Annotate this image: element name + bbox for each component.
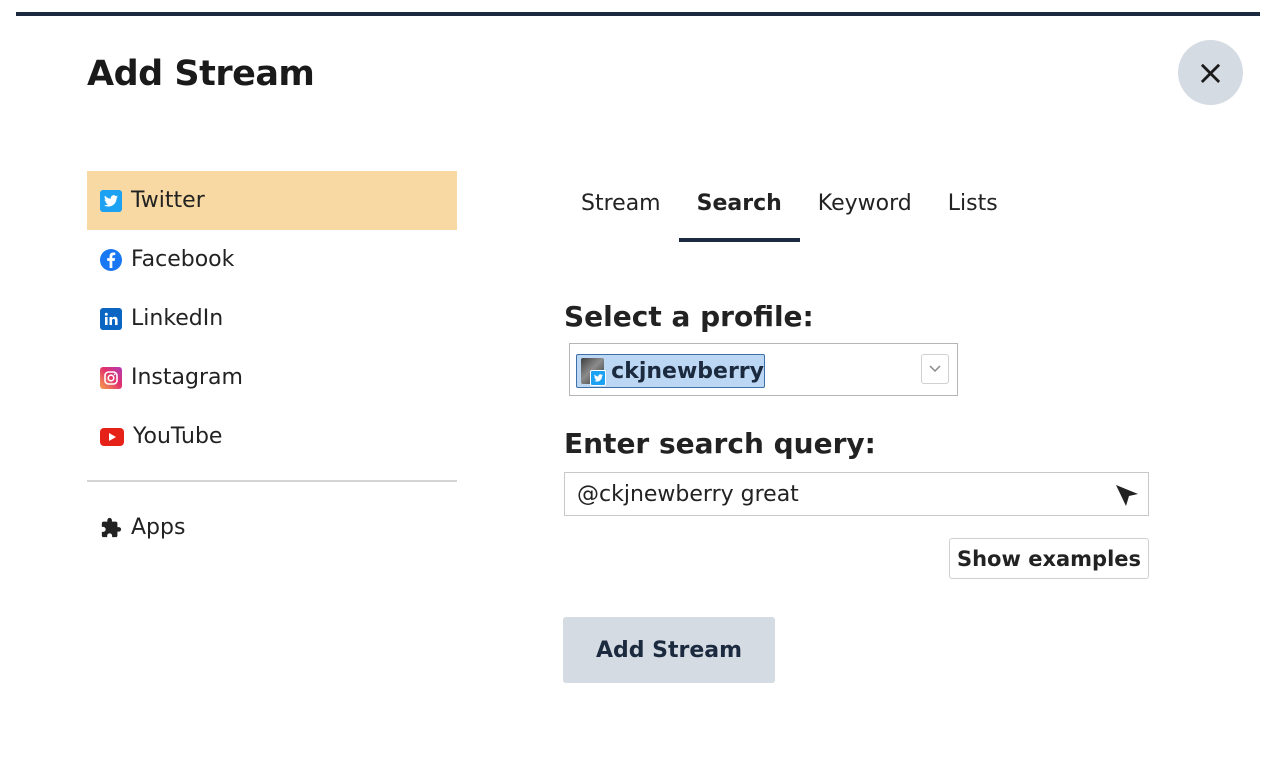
sidebar-item-label: YouTube <box>133 424 223 449</box>
sidebar-item-linkedin[interactable]: LinkedIn <box>87 289 457 348</box>
sidebar-item-label: Instagram <box>131 365 243 390</box>
puzzle-piece-icon <box>100 517 122 539</box>
send-arrow-icon[interactable] <box>1114 482 1140 508</box>
linkedin-icon <box>100 307 122 330</box>
close-icon: × <box>1196 52 1225 93</box>
stream-type-tabs: Stream Search Keyword Lists <box>564 186 1016 242</box>
add-stream-button[interactable]: Add Stream <box>563 617 775 683</box>
tab-lists[interactable]: Lists <box>930 186 1016 242</box>
chevron-down-icon[interactable] <box>921 354 949 384</box>
instagram-icon <box>100 366 122 389</box>
twitter-badge-icon <box>590 370 607 386</box>
sidebar-item-label: Apps <box>131 515 186 540</box>
dialog-title: Add Stream <box>87 54 315 94</box>
selected-profile-chip[interactable]: ckjnewberry <box>576 354 765 388</box>
twitter-icon <box>100 189 122 212</box>
tab-stream[interactable]: Stream <box>564 186 679 242</box>
youtube-icon <box>100 427 124 446</box>
profile-name: ckjnewberry <box>611 358 764 384</box>
tab-keyword[interactable]: Keyword <box>800 186 930 242</box>
show-examples-button[interactable]: Show examples <box>949 538 1149 579</box>
sidebar-item-facebook[interactable]: Facebook <box>87 230 457 289</box>
sidebar-item-label: LinkedIn <box>131 306 224 331</box>
search-query-input[interactable] <box>564 472 1149 516</box>
avatar <box>581 358 607 386</box>
sidebar-item-youtube[interactable]: YouTube <box>87 407 457 466</box>
profile-label: Select a profile: <box>564 300 814 333</box>
top-accent-bar <box>16 12 1260 16</box>
search-query-label: Enter search query: <box>564 427 876 460</box>
sidebar-item-twitter[interactable]: Twitter <box>87 171 457 230</box>
sidebar-item-label: Twitter <box>131 188 205 213</box>
close-button[interactable]: × <box>1178 40 1243 105</box>
sidebar-divider <box>87 480 457 482</box>
sidebar-item-apps[interactable]: Apps <box>87 498 457 557</box>
sidebar-item-instagram[interactable]: Instagram <box>87 348 457 407</box>
sidebar-item-label: Facebook <box>131 247 235 272</box>
facebook-icon <box>100 248 122 271</box>
tab-search[interactable]: Search <box>678 186 800 242</box>
profile-select[interactable]: ckjnewberry <box>569 343 958 396</box>
network-sidebar: Twitter Facebook LinkedIn Instagram YouT… <box>87 171 457 557</box>
